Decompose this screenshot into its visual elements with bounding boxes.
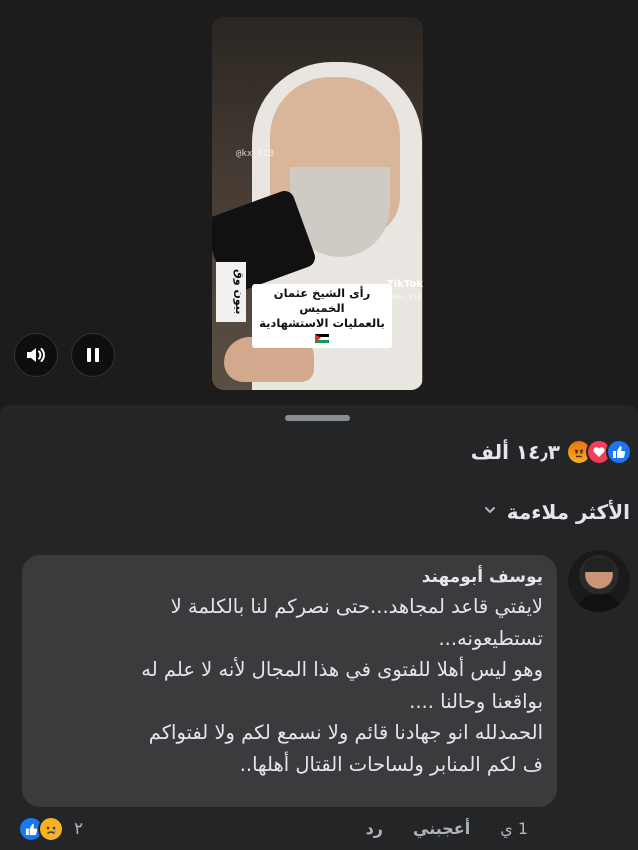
sort-dropdown[interactable]: الأكثر ملاءمة: [483, 500, 630, 524]
video-caption: رأى الشيخ عثمان الخميس بالعمليات الاستشه…: [252, 284, 392, 348]
comment-text-line: ف لكم المنابر ولساحات القتال أهلها..: [239, 752, 543, 776]
tiktok-handle: @kx_k10: [392, 293, 422, 301]
video-caption-line-2: بالعمليات الاستشهادية: [256, 316, 388, 346]
avatar[interactable]: [568, 550, 630, 612]
comment-author[interactable]: يوسف أبومهند: [36, 567, 543, 587]
sort-label: الأكثر ملاءمة: [506, 500, 630, 524]
speaker-icon: [27, 348, 45, 362]
sheet-drag-handle[interactable]: [285, 415, 350, 421]
comment-text-line: تستطيعونه...: [438, 626, 543, 650]
tiktok-watermark: TikTok: [387, 279, 423, 290]
comment-reaction-count: ٢: [74, 819, 84, 839]
reaction-summary[interactable]: ١٤٫٣ ألف: [471, 439, 632, 465]
reply-button[interactable]: رد: [366, 819, 383, 838]
video-caption-line-2-text: بالعمليات الاستشهادية: [259, 316, 385, 330]
comment-text-line: لايفتي قاعد لمجاهد...حتى نصركم لنا بالكل…: [170, 595, 543, 618]
video-player[interactable]: بيون وق @kx_k10 @kx_k10 TikTok @kx_k10 ر…: [0, 0, 638, 405]
comment-actions: 1 ي أعجبني رد: [366, 819, 528, 838]
like-button[interactable]: أعجبني: [413, 819, 470, 838]
avatar-hair: [584, 558, 614, 572]
pause-icon: [87, 348, 99, 362]
avatar-shirt: [576, 594, 622, 612]
chevron-down-icon: [483, 503, 497, 521]
comment-reactions[interactable]: ٢: [18, 816, 83, 842]
comment-text-line: بواقعنا وحالنا ....: [409, 689, 543, 713]
palestine-flag-icon: [315, 334, 329, 343]
video-watermark: @kx_k10: [236, 149, 274, 159]
sad-icon: [38, 816, 64, 842]
video-frame[interactable]: بيون وق @kx_k10 @kx_k10 TikTok @kx_k10 ر…: [212, 17, 423, 390]
comment-text-line: الحمدلله انو جهادنا قائم ولا نسمع لكم ول…: [148, 721, 543, 744]
comments-sheet: ١٤٫٣ ألف الأكثر ملاءمة يوسف أبومهند لايف…: [0, 405, 638, 850]
reaction-count: ١٤٫٣ ألف: [470, 440, 560, 464]
like-icon: [606, 439, 632, 465]
comment-timestamp[interactable]: 1 ي: [500, 819, 528, 838]
pause-button[interactable]: [71, 333, 115, 377]
comment-text-line: وهو ليس أهلا للفتوى في هذا المجال لأنه ل…: [141, 658, 543, 681]
volume-button[interactable]: [14, 333, 58, 377]
comment-bubble[interactable]: يوسف أبومهند لايفتي قاعد لمجاهد...حتى نص…: [22, 555, 557, 807]
mic-label: بيون وق: [216, 262, 246, 322]
video-caption-line-1: رأى الشيخ عثمان الخميس: [273, 286, 371, 315]
